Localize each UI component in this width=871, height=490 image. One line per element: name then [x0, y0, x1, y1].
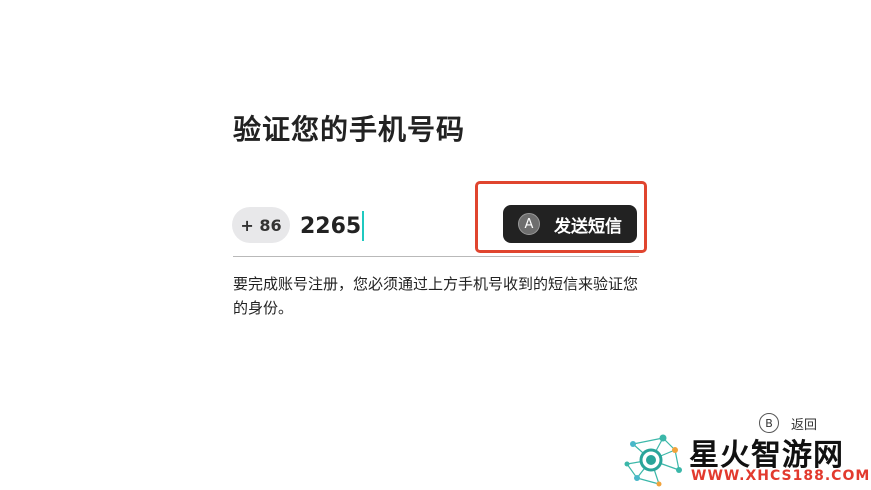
watermark-url: WWW.XHCS188.COM [691, 468, 871, 484]
verify-phone-screen: 验证您的手机号码 + 86 2265 A 发送短信 要完成账号注册，您必须通过上… [0, 0, 871, 490]
input-underline [233, 256, 639, 257]
description-text: 要完成账号注册，您必须通过上方手机号收到的短信来验证您的身份。 [233, 275, 639, 317]
phone-number-value: 2265 [300, 213, 362, 239]
page-title: 验证您的手机号码 [233, 113, 466, 146]
send-sms-button[interactable]: A 发送短信 [503, 205, 637, 243]
network-logo-icon [624, 434, 682, 487]
site-watermark: 星火智游网 WWW.XHCS188.COM [623, 430, 871, 488]
text-caret [362, 211, 365, 241]
country-code-selector[interactable]: + 86 [232, 207, 290, 243]
phone-number-input[interactable]: 2265 [300, 211, 365, 241]
a-button-icon: A [518, 213, 540, 235]
send-sms-label: 发送短信 [554, 216, 622, 237]
